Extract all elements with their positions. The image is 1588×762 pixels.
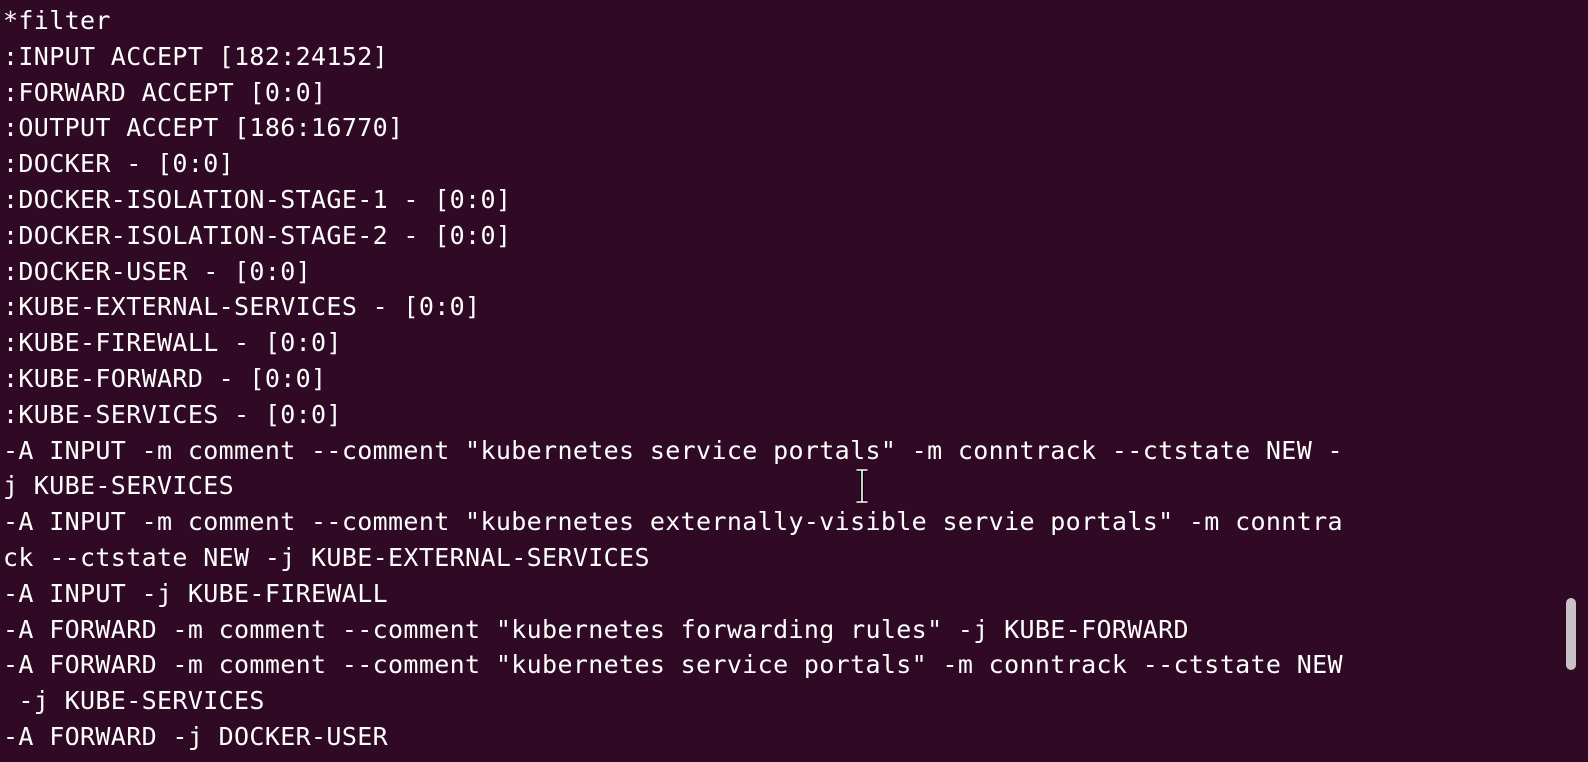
terminal-output[interactable]: *filter :INPUT ACCEPT [182:24152] :FORWARD… <box>3 3 1548 755</box>
terminal-line: :DOCKER - [0:0] <box>3 149 235 179</box>
terminal-line: :FORWARD ACCEPT [0:0] <box>3 77 327 107</box>
terminal-line: -j KUBE-SERVICES <box>3 686 265 716</box>
terminal-line: :KUBE-EXTERNAL-SERVICES - [0:0] <box>3 292 481 322</box>
terminal-line: :KUBE-FORWARD - [0:0] <box>3 363 327 393</box>
terminal-line: :INPUT ACCEPT [182:24152] <box>3 41 389 71</box>
terminal-line: -A INPUT -m comment --comment "kubernete… <box>3 507 1343 537</box>
terminal-line: :DOCKER-USER - [0:0] <box>3 256 312 286</box>
terminal-line: ck --ctstate NEW -j KUBE-EXTERNAL-SERVIC… <box>3 542 650 572</box>
terminal-line: -A FORWARD -m comment --comment "kuberne… <box>3 614 1189 644</box>
terminal-line: -A FORWARD -j DOCKER-USER <box>3 721 389 751</box>
terminal-line: -A INPUT -j KUBE-FIREWALL <box>3 578 389 608</box>
terminal-window[interactable]: *filter :INPUT ACCEPT [182:24152] :FORWARD… <box>0 0 1588 762</box>
terminal-line: j KUBE-SERVICES <box>3 471 235 501</box>
terminal-line: *filter <box>3 6 111 35</box>
terminal-line: :KUBE-SERVICES - [0:0] <box>3 399 342 429</box>
terminal-line: :OUTPUT ACCEPT [186:16770] <box>3 113 404 143</box>
vertical-scrollbar[interactable] <box>1566 0 1578 762</box>
terminal-line: :DOCKER-ISOLATION-STAGE-1 - [0:0] <box>3 184 512 214</box>
text-ibeam-icon <box>856 469 868 503</box>
terminal-line: -A FORWARD -m comment --comment "kuberne… <box>3 650 1343 680</box>
scrollbar-thumb[interactable] <box>1566 598 1576 670</box>
terminal-line: :KUBE-FIREWALL - [0:0] <box>3 328 342 358</box>
terminal-line: -A INPUT -m comment --comment "kubernete… <box>3 435 1343 465</box>
terminal-line: :DOCKER-ISOLATION-STAGE-2 - [0:0] <box>3 220 512 250</box>
